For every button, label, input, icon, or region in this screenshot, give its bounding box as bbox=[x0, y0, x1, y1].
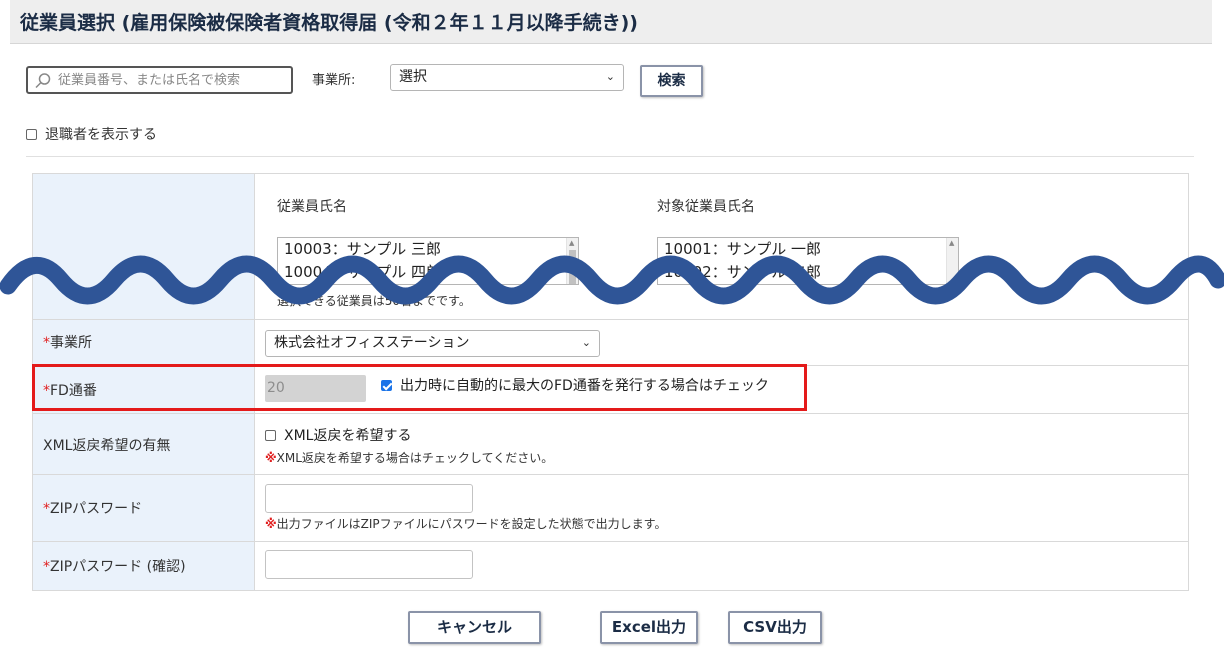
zip-password-confirm-label-text: ZIPパスワード (確認) bbox=[50, 559, 186, 575]
omission-wave bbox=[0, 255, 1224, 305]
required-mark: * bbox=[43, 335, 50, 351]
cancel-button[interactable]: キャンセル bbox=[408, 611, 541, 644]
zip-password-note-text: 出力ファイルはZIPファイルにパスワードを設定した状態で出力します。 bbox=[276, 517, 667, 531]
search-button[interactable]: 検索 bbox=[640, 65, 703, 97]
csv-export-button[interactable]: CSV出力 bbox=[728, 611, 822, 644]
xml-return-note: ※XML返戻を希望する場合はチェックしてください。 bbox=[265, 449, 553, 466]
warning-mark: ※ bbox=[265, 451, 277, 465]
search-input[interactable] bbox=[58, 70, 283, 90]
row-divider bbox=[33, 541, 1188, 542]
show-retired-row[interactable]: 退職者を表示する bbox=[26, 124, 157, 144]
page-title: 従業員選択 (雇用保険被保険者資格取得届 (令和２年１１月以降手続き)) bbox=[20, 12, 638, 34]
search-field[interactable] bbox=[26, 66, 293, 94]
xml-return-label: XML返戻希望の有無 bbox=[43, 438, 171, 454]
search-icon bbox=[35, 73, 51, 89]
office-select[interactable]: 株式会社オフィスステーション ⌄ bbox=[265, 330, 600, 357]
chevron-down-icon: ⌄ bbox=[605, 70, 615, 83]
office-filter-select[interactable]: 選択 ⌄ bbox=[390, 64, 624, 91]
target-employee-list-header: 対象従業員氏名 bbox=[657, 199, 755, 215]
zip-password-input[interactable] bbox=[265, 484, 473, 513]
row-divider bbox=[33, 413, 1188, 414]
chevron-down-icon: ⌄ bbox=[581, 336, 591, 349]
office-field-label: *事業所 bbox=[43, 332, 92, 352]
office-filter-label: 事業所: bbox=[312, 73, 356, 88]
office-label-text: 事業所 bbox=[50, 335, 92, 351]
warning-mark: ※ bbox=[265, 517, 277, 531]
row-divider bbox=[33, 319, 1188, 320]
xml-return-checkbox[interactable] bbox=[265, 430, 276, 441]
excel-export-button[interactable]: Excel出力 bbox=[600, 611, 698, 644]
xml-return-option-label: XML返戻を希望する bbox=[284, 428, 412, 444]
show-retired-checkbox[interactable] bbox=[26, 129, 37, 140]
divider bbox=[26, 156, 1194, 157]
title-bar: 従業員選択 (雇用保険被保険者資格取得届 (令和２年１１月以降手続き)) bbox=[10, 0, 1212, 44]
office-select-value: 株式会社オフィスステーション bbox=[274, 335, 470, 351]
row-divider bbox=[33, 474, 1188, 475]
required-mark: * bbox=[43, 559, 50, 575]
required-mark: * bbox=[43, 501, 50, 517]
zip-password-note: ※出力ファイルはZIPファイルにパスワードを設定した状態で出力します。 bbox=[265, 515, 666, 532]
zip-password-confirm-input[interactable] bbox=[265, 550, 473, 579]
xml-return-note-text: XML返戻を希望する場合はチェックしてください。 bbox=[276, 451, 554, 465]
zip-password-confirm-label: *ZIPパスワード (確認) bbox=[43, 556, 186, 576]
fd-row-highlight bbox=[32, 364, 807, 411]
zip-password-label-text: ZIPパスワード bbox=[50, 501, 143, 517]
office-filter-value: 選択 bbox=[399, 69, 427, 85]
xml-return-option[interactable]: XML返戻を希望する bbox=[265, 425, 411, 445]
show-retired-label: 退職者を表示する bbox=[45, 127, 157, 143]
zip-password-label: *ZIPパスワード bbox=[43, 498, 142, 518]
employee-list-header: 従業員氏名 bbox=[277, 199, 347, 215]
